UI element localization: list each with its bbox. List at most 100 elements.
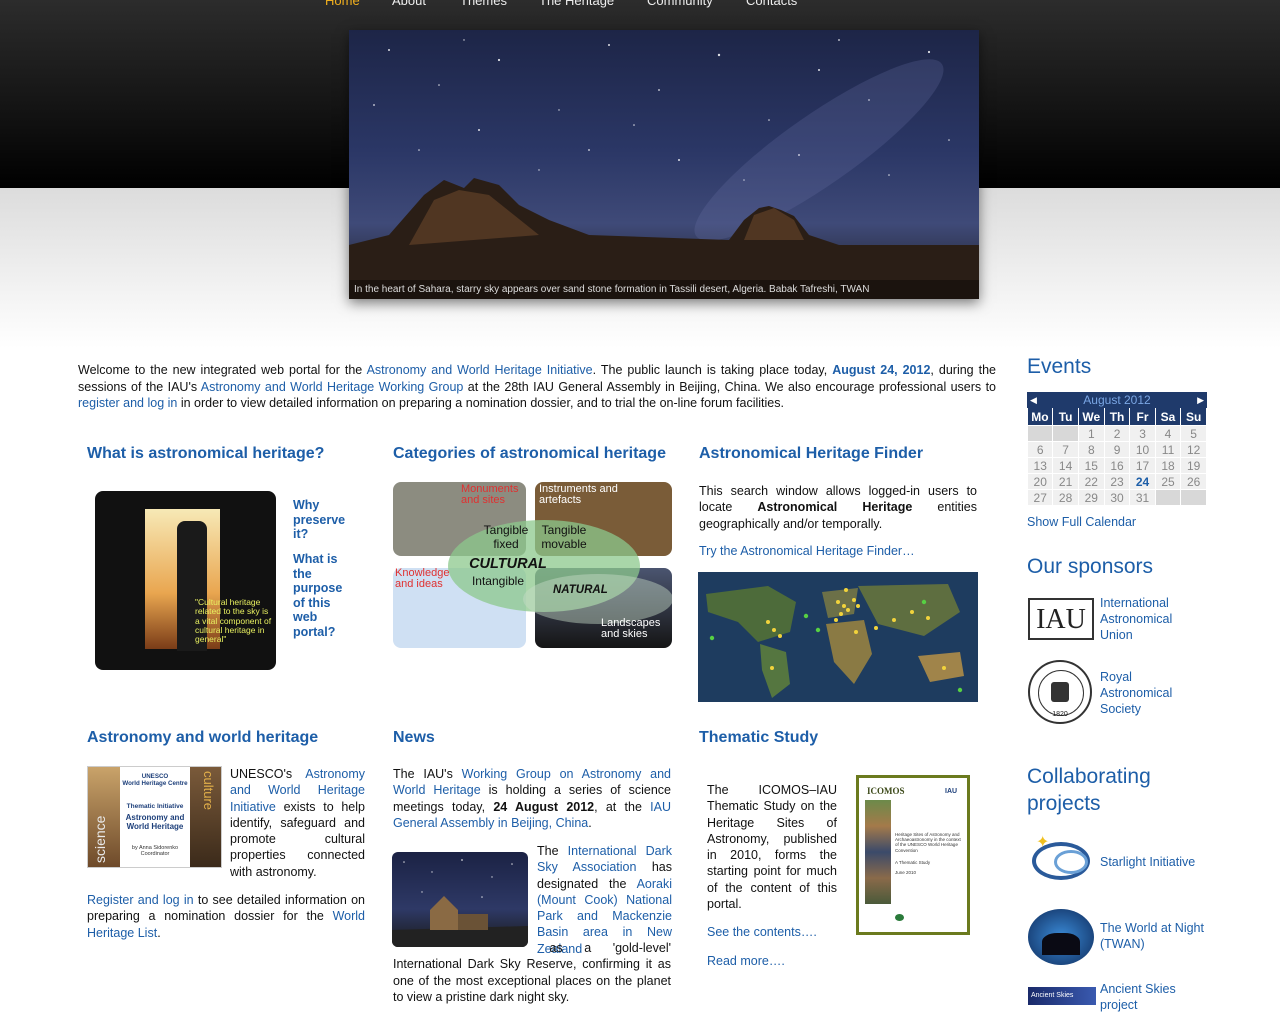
finder-bold: Astronomical Heritage bbox=[757, 500, 913, 515]
categories-heading[interactable]: Categories of astronomical heritage bbox=[393, 445, 666, 463]
awh-text-1: UNESCO's bbox=[230, 767, 306, 781]
landscapes-label: Landscapes and skies bbox=[601, 617, 661, 640]
why-preserve-link[interactable]: Why preserve it? bbox=[293, 498, 353, 542]
events-heading: Events bbox=[1027, 355, 1092, 378]
news-p2-text-3: as a 'gold-level' International Dark Sky… bbox=[393, 941, 671, 1004]
iau-logo-icon[interactable]: IAU bbox=[1028, 598, 1094, 640]
news-text-3: , at the bbox=[594, 799, 651, 814]
cover-icomos: ICOMOS bbox=[867, 786, 905, 796]
starlight-logo-icon[interactable]: ✦ bbox=[1028, 832, 1096, 888]
ancient-skies-link[interactable]: Ancient Skies project bbox=[1100, 981, 1200, 1013]
heritage-quote-image[interactable]: "Cultural heritage related to the sky is… bbox=[95, 491, 276, 670]
news-paragraph-2-bottom: as a 'gold-level' International Dark Sky… bbox=[393, 940, 671, 1005]
awhi-link[interactable]: Astronomy and World Heritage Initiative bbox=[367, 363, 593, 377]
news-p2-text-1: The bbox=[537, 844, 568, 858]
try-finder-link[interactable]: Try the Astronomical Heritage Finder… bbox=[699, 544, 915, 558]
calendar-empty-cell bbox=[1052, 425, 1079, 442]
working-group-link[interactable]: Astronomy and World Heritage Working Gro… bbox=[201, 380, 464, 394]
calendar-day[interactable]: 11 bbox=[1154, 441, 1182, 458]
show-full-calendar-link[interactable]: Show Full Calendar bbox=[1027, 515, 1136, 529]
register-login-link[interactable]: register and log in bbox=[78, 396, 177, 410]
cover-iau: IAU bbox=[945, 788, 958, 795]
twan-silhouettes bbox=[1042, 933, 1080, 955]
nav-contacts[interactable]: Contacts bbox=[746, 0, 797, 8]
astronomical-heritage-heading[interactable]: What is astronomical heritage? bbox=[87, 445, 324, 463]
twan-logo-icon[interactable] bbox=[1028, 909, 1094, 965]
unesco-book-cover[interactable]: science culture UNESCO World Heritage Cen… bbox=[87, 766, 222, 868]
astronomy-world-heritage-heading[interactable]: Astronomy and world heritage bbox=[87, 729, 318, 747]
church-night-photo[interactable] bbox=[392, 852, 528, 947]
finder-heading[interactable]: Astronomical Heritage Finder bbox=[699, 445, 923, 463]
cover-study: A Thematic Study bbox=[895, 860, 931, 865]
calendar-day[interactable]: 6 bbox=[1026, 441, 1054, 458]
nav-about[interactable]: About bbox=[392, 0, 426, 8]
calendar-day[interactable]: 15 bbox=[1077, 457, 1105, 474]
calendar-grid: Mo Tu We Th Fr Sa Su 1 2 3 4 5 6 7 8 9 10 11 12 13 14 15 16 17… bbox=[1026, 408, 1207, 506]
calendar-month: August 2012 bbox=[1083, 393, 1151, 407]
world-map-graphic bbox=[706, 584, 964, 698]
calendar-day[interactable]: 9 bbox=[1103, 441, 1131, 458]
natural-label: NATURAL bbox=[553, 584, 608, 596]
calendar-day[interactable]: 30 bbox=[1103, 489, 1131, 506]
calendar-day[interactable]: 13 bbox=[1026, 457, 1054, 474]
calendar-day[interactable]: 2 bbox=[1103, 425, 1131, 442]
calendar-day[interactable]: 8 bbox=[1077, 441, 1105, 458]
church-silhouette bbox=[392, 859, 528, 947]
calendar-empty-cell bbox=[1154, 489, 1182, 506]
calendar-day[interactable]: 1 bbox=[1077, 425, 1105, 442]
calendar-prev-arrow-icon[interactable]: ◀ bbox=[1030, 392, 1037, 408]
register-log-in-link[interactable]: Register and log in bbox=[87, 893, 194, 907]
twan-link[interactable]: The World at Night (TWAN) bbox=[1100, 920, 1212, 952]
see-contents-link[interactable]: See the contents…. bbox=[707, 925, 817, 939]
finder-world-map[interactable] bbox=[698, 572, 978, 702]
calendar-day[interactable]: 18 bbox=[1154, 457, 1182, 474]
calendar-day[interactable]: 19 bbox=[1180, 457, 1207, 474]
categories-diagram[interactable]: Monuments and sites Instruments and arte… bbox=[393, 482, 672, 648]
ancient-skies-logo-icon[interactable]: Ancient Skies bbox=[1028, 987, 1096, 1005]
hero-image: In the heart of Sahara, starry sky appea… bbox=[349, 30, 979, 299]
calendar-day-header: Tu bbox=[1052, 408, 1079, 426]
nav-the-heritage[interactable]: The Heritage bbox=[539, 0, 614, 8]
starlight-ring-inner bbox=[1054, 850, 1088, 874]
thematic-study-cover[interactable]: ICOMOS IAU Heritage Sites of Astronomy a… bbox=[856, 775, 970, 935]
intangible-label: Intangible bbox=[471, 574, 525, 588]
calendar-day[interactable]: 12 bbox=[1180, 441, 1207, 458]
calendar-day[interactable]: 23 bbox=[1103, 473, 1131, 490]
calendar-day[interactable]: 22 bbox=[1077, 473, 1105, 490]
events-calendar: ◀ August 2012 ▶ Mo Tu We Th Fr Sa Su 123456789… bbox=[1026, 392, 1207, 506]
calendar-day-header: We bbox=[1078, 408, 1105, 426]
calendar-day[interactable]: 26 bbox=[1180, 473, 1207, 490]
calendar-day[interactable]: 17 bbox=[1129, 457, 1156, 474]
calendar-day[interactable]: 14 bbox=[1052, 457, 1079, 474]
calendar-day[interactable]: 4 bbox=[1154, 425, 1182, 442]
calendar-day[interactable]: 25 bbox=[1154, 473, 1182, 490]
welcome-text-4: at the 28th IAU General Assembly in Beij… bbox=[463, 379, 996, 394]
calendar-day[interactable]: 29 bbox=[1077, 489, 1105, 506]
calendar-day[interactable]: 27 bbox=[1026, 489, 1054, 506]
register-text-end: . bbox=[157, 925, 161, 940]
calendar-day[interactable]: 20 bbox=[1026, 473, 1054, 490]
nav-community[interactable]: Community bbox=[647, 0, 713, 8]
iau-link[interactable]: International Astronomical Union bbox=[1100, 595, 1200, 643]
calendar-next-arrow-icon[interactable]: ▶ bbox=[1197, 392, 1204, 408]
calendar-day[interactable]: 3 bbox=[1129, 425, 1156, 442]
calendar-day[interactable]: 28 bbox=[1052, 489, 1079, 506]
ras-link[interactable]: Royal Astronomical Society bbox=[1100, 669, 1200, 717]
calendar-day[interactable]: 16 bbox=[1103, 457, 1131, 474]
calendar-day[interactable]: 10 bbox=[1129, 441, 1156, 458]
nav-home[interactable]: Home bbox=[325, 0, 360, 8]
calendar-day[interactable]: 21 bbox=[1052, 473, 1079, 490]
calendar-day[interactable]: 7 bbox=[1052, 441, 1079, 458]
read-more-link[interactable]: Read more…. bbox=[707, 954, 785, 968]
news-heading[interactable]: News bbox=[393, 729, 435, 747]
welcome-text-2: . The public launch is taking place toda… bbox=[592, 363, 833, 377]
portal-purpose-link[interactable]: What is the purpose of this web portal? bbox=[293, 552, 353, 639]
calendar-day-header: Th bbox=[1104, 408, 1131, 426]
calendar-day[interactable]: 5 bbox=[1180, 425, 1207, 442]
calendar-day[interactable]: 31 bbox=[1129, 489, 1156, 506]
starlight-link[interactable]: Starlight Initiative bbox=[1100, 854, 1210, 870]
ras-seal-icon[interactable]: 1820 bbox=[1028, 660, 1092, 724]
thematic-study-heading[interactable]: Thematic Study bbox=[699, 729, 818, 747]
calendar-day[interactable]: 24 bbox=[1129, 473, 1156, 490]
nav-themes[interactable]: Themes bbox=[460, 0, 507, 8]
